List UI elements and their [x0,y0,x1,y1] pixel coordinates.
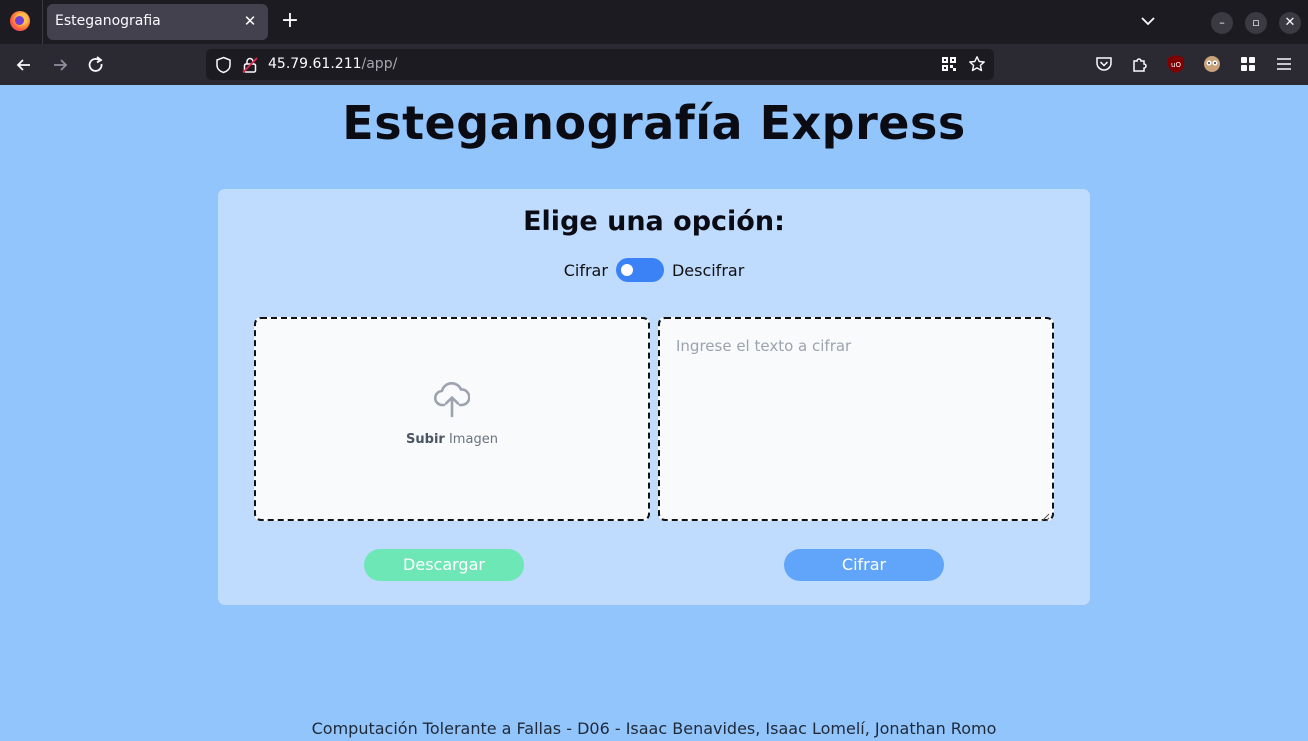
browser-nav-bar: 45.79.61.211/app/ uO [0,44,1308,85]
tab-title: Esteganografia [55,13,161,29]
bookmark-star-icon[interactable] [968,55,986,78]
extensions-puzzle-icon[interactable] [1130,54,1150,74]
pocket-icon[interactable] [1094,54,1114,74]
mode-switch-row: Cifrar Descifrar [218,257,1090,283]
new-tab-button[interactable]: + [278,10,302,34]
mode-label-encrypt: Cifrar [563,260,608,280]
svg-text:uO: uO [1171,61,1181,69]
extensions-grid-icon[interactable] [1238,54,1258,74]
browser-tab-bar: Esteganografia ✕ + – ▫ ✕ [0,0,1308,44]
toggle-knob [620,264,633,276]
ublock-origin-icon[interactable]: uO [1166,54,1186,74]
download-button[interactable]: Descargar [364,549,524,581]
main-card: Elige una opción: Cifrar Descifrar Subir… [218,189,1090,605]
tracking-protection-shield-icon[interactable] [215,56,232,78]
card-heading: Elige una opción: [523,206,785,237]
page-footer: Computación Tolerante a Fallas - D06 - I… [311,719,997,738]
message-textarea[interactable] [658,317,1054,521]
forward-arrow-icon[interactable] [47,52,73,78]
upload-label: Subir Imagen [256,432,648,447]
url-text: 45.79.61.211/app/ [268,56,397,72]
page-title: Esteganografía Express [342,96,966,150]
window-close-button[interactable]: ✕ [1279,12,1301,34]
back-arrow-icon[interactable] [11,52,37,78]
upload-label-bold: Subir [406,432,445,447]
resize-grip-icon[interactable] [1040,507,1050,522]
hamburger-menu-icon[interactable] [1274,54,1294,74]
encrypt-button[interactable]: Cifrar [784,549,944,581]
privacy-badger-icon[interactable] [1202,54,1222,74]
url-host: 45.79.61.211 [268,56,362,72]
address-bar[interactable]: 45.79.61.211/app/ [206,49,994,80]
url-path: /app/ [361,56,398,72]
insecure-lock-icon[interactable] [242,56,258,78]
browser-tab[interactable]: Esteganografia ✕ [47,4,268,40]
list-all-tabs-icon[interactable] [1137,12,1159,32]
mode-label-decrypt: Descifrar [671,260,745,280]
mode-toggle[interactable] [615,258,664,282]
upload-label-rest: Imagen [444,432,498,447]
window-minimize-button[interactable]: – [1211,12,1233,34]
image-upload-dropzone[interactable]: Subir Imagen [254,317,650,521]
tab-close-icon[interactable]: ✕ [240,11,260,31]
window-restore-button[interactable]: ▫ [1245,12,1267,34]
cloud-upload-icon [433,379,471,423]
qr-code-icon[interactable] [941,56,957,76]
tab-separator [42,0,43,44]
reload-icon[interactable] [83,52,109,78]
firefox-logo-icon[interactable] [10,11,30,31]
